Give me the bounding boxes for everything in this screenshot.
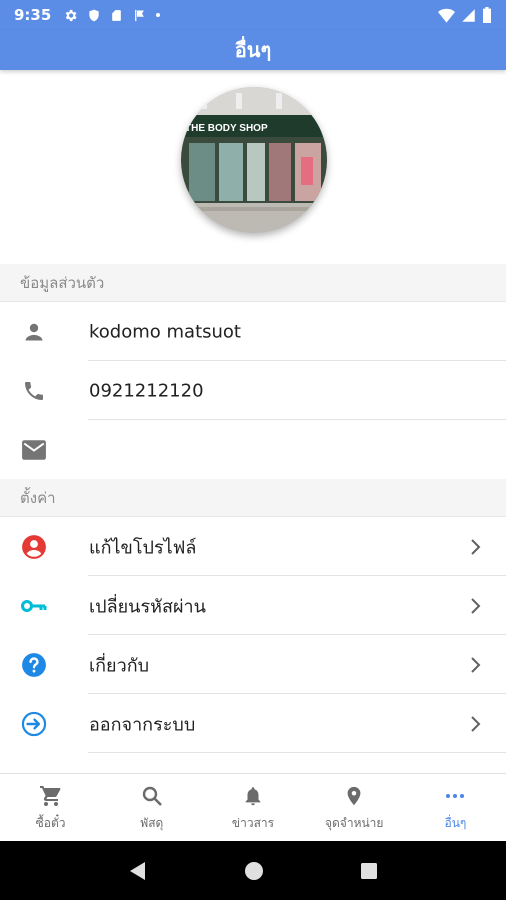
location-icon [341, 783, 367, 809]
status-bar: 9:35 [0, 0, 506, 30]
info-row-phone: 0921212120 [0, 361, 506, 420]
chevron-right-icon [471, 715, 481, 732]
page-title: อื่นๆ [234, 38, 272, 62]
nav-item-news[interactable]: ข่าวสาร [202, 774, 303, 841]
section-header-settings: ตั้งค่า [0, 479, 506, 517]
settings-item-label: เกี่ยวกับ [89, 655, 150, 676]
nav-item-label: ข่าวสาร [231, 815, 275, 830]
phone-icon [20, 377, 48, 405]
profile-name: kodomo matsuot [89, 321, 241, 342]
signal-icon [462, 8, 475, 22]
info-row-email [0, 420, 506, 479]
account-circle-icon [20, 533, 48, 561]
settings-item-label: แก้ไขโปรไฟล์ [89, 537, 197, 558]
bell-icon [240, 783, 266, 809]
profile-header: THE BODY SHOP [0, 70, 506, 264]
home-icon[interactable] [243, 860, 265, 882]
flag-icon [135, 9, 145, 21]
cart-icon [38, 783, 64, 809]
settings-item-logout[interactable]: ออกจากระบบ [0, 694, 506, 753]
settings-item-label: เปลี่ยนรหัสผ่าน [89, 596, 206, 617]
status-time: 9:35 [14, 6, 52, 24]
bottom-navigation: ซื้อตั๋ว พัสดุ ข่าวสาร จุดจำหน่าย อื่นๆ [0, 773, 506, 841]
avatar[interactable]: THE BODY SHOP [181, 87, 327, 233]
settings-item-label: ออกจากระบบ [89, 714, 196, 735]
nav-item-buy-ticket[interactable]: ซื้อตั๋ว [0, 774, 101, 841]
more-icon [442, 783, 468, 809]
wifi-icon [438, 8, 455, 23]
recents-icon[interactable] [359, 861, 379, 881]
store-photo: THE BODY SHOP [181, 87, 327, 233]
status-notification-icons [63, 8, 161, 23]
app-bar: อื่นๆ [0, 30, 506, 70]
help-icon [20, 651, 48, 679]
chevron-right-icon [471, 656, 481, 673]
battery-icon [483, 7, 491, 23]
settings-item-about[interactable]: เกี่ยวกับ [0, 635, 506, 694]
section-header-label: ข้อมูลส่วนตัว [20, 273, 105, 292]
info-row-name: kodomo matsuot [0, 302, 506, 361]
person-icon [20, 318, 48, 346]
search-icon [139, 783, 165, 809]
nav-item-outlets[interactable]: จุดจำหน่าย [304, 774, 405, 841]
profile-phone: 0921212120 [89, 380, 204, 401]
settings-item-edit-profile[interactable]: แก้ไขโปรไฟล์ [0, 517, 506, 576]
divider [88, 752, 506, 753]
nav-item-label: ซื้อตั๋ว [35, 815, 66, 830]
nav-item-label: อื่นๆ [444, 815, 467, 830]
logout-icon [20, 710, 48, 738]
email-icon [20, 436, 48, 464]
nav-item-more[interactable]: อื่นๆ [405, 774, 506, 841]
chevron-right-icon [471, 597, 481, 614]
sd-card-icon [112, 9, 122, 21]
shield-icon [89, 9, 99, 21]
section-header-personal: ข้อมูลส่วนตัว [0, 264, 506, 302]
back-icon[interactable] [127, 860, 149, 882]
nav-item-parcel[interactable]: พัสดุ [101, 774, 202, 841]
status-system-icons [438, 7, 492, 23]
settings-icon [66, 9, 77, 21]
nav-item-label: พัสดุ [140, 815, 164, 830]
system-navigation-bar [0, 841, 506, 900]
store-sign-text: THE BODY SHOP [185, 123, 268, 134]
section-header-label: ตั้งค่า [20, 488, 56, 507]
settings-item-change-password[interactable]: เปลี่ยนรหัสผ่าน [0, 576, 506, 635]
dot-icon [156, 13, 161, 17]
chevron-right-icon [471, 538, 481, 555]
key-icon [20, 592, 48, 620]
nav-item-label: จุดจำหน่าย [324, 815, 384, 830]
